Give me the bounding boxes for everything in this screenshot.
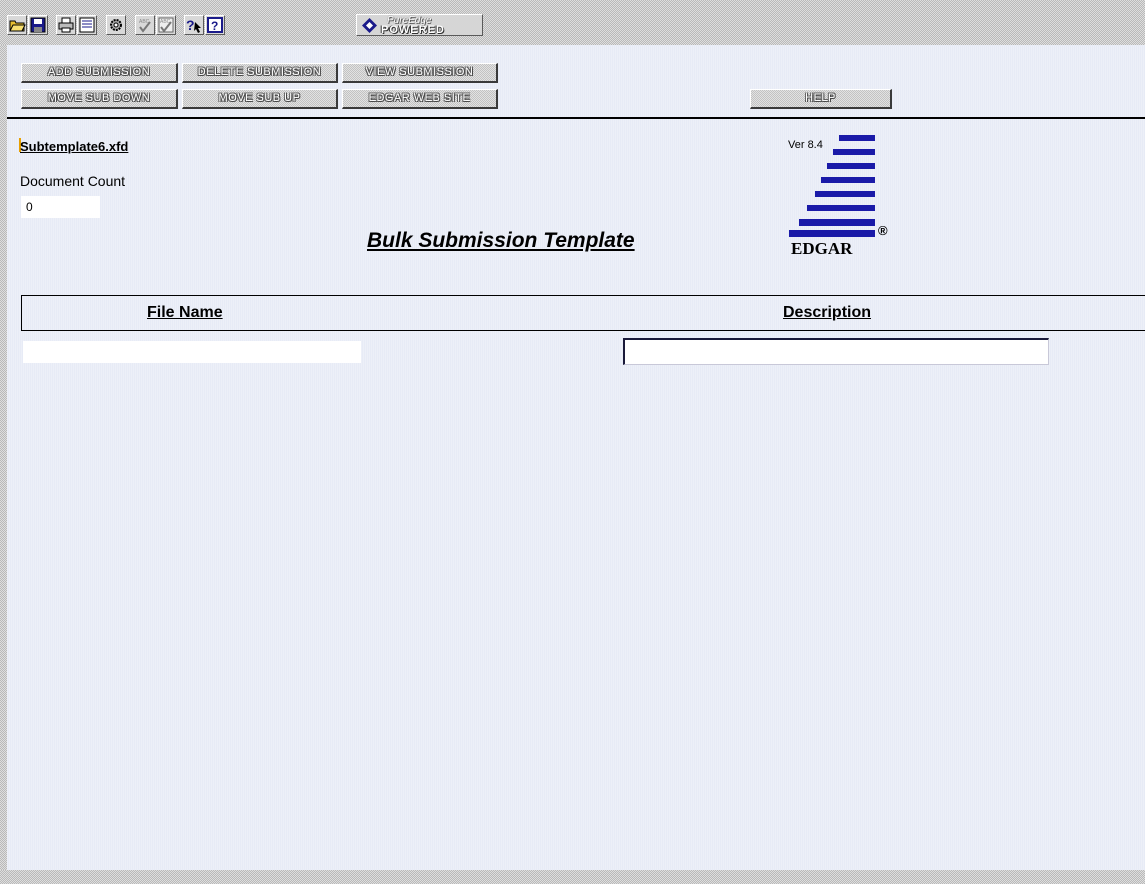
svg-text:?: ? — [186, 17, 195, 33]
print-preview-icon[interactable] — [77, 15, 97, 35]
svg-text:?: ? — [211, 19, 218, 33]
help-icon[interactable]: ? — [205, 15, 225, 35]
bottom-frame — [0, 870, 1145, 884]
registered-mark: ® — [878, 223, 888, 238]
left-frame — [0, 45, 7, 870]
column-header-description: Description — [783, 304, 872, 321]
delete-submission-button[interactable]: DELETE SUBMISSION — [182, 63, 338, 83]
filename-link[interactable]: Subtemplate6.xfd — [20, 139, 128, 154]
move-sub-down-button[interactable]: MOVE SUB DOWN — [21, 89, 178, 109]
settings-icon[interactable] — [106, 15, 126, 35]
page-title: Bulk Submission Template — [367, 229, 635, 252]
open-folder-icon[interactable] — [7, 15, 27, 35]
document-count-label: Document Count — [20, 173, 126, 189]
spell-check-all-icon[interactable]: ABC — [156, 15, 176, 35]
version-label: Ver 8.4 — [788, 139, 823, 151]
edgar-web-site-button[interactable]: EDGAR WEB SITE — [342, 89, 498, 109]
whats-this-help-icon[interactable]: ? — [184, 15, 204, 35]
print-icon[interactable] — [56, 15, 76, 35]
diamond-icon — [362, 18, 377, 33]
move-sub-up-button[interactable]: MOVE SUB UP — [182, 89, 338, 109]
spell-check-icon[interactable]: ABC — [135, 15, 155, 35]
file-name-input[interactable] — [23, 341, 361, 363]
edgar-logo-text: EDGAR — [791, 239, 853, 258]
save-icon[interactable] — [28, 15, 48, 35]
description-input[interactable] — [623, 338, 1049, 365]
help-button[interactable]: HELP — [750, 89, 892, 109]
view-submission-button[interactable]: VIEW SUBMISSION — [342, 63, 498, 83]
divider — [7, 117, 1145, 119]
document-count-field[interactable]: 0 — [21, 196, 100, 218]
toolbar: ABC ABC ? ? PureEdge POWERED — [0, 0, 1145, 45]
powered-badge[interactable]: PureEdge POWERED — [356, 14, 483, 36]
brand-bottom-text: POWERED — [381, 24, 445, 36]
column-header-file-name: File Name — [147, 304, 223, 321]
add-submission-button[interactable]: ADD SUBMISSION — [21, 63, 178, 83]
form-panel: ADD SUBMISSION DELETE SUBMISSION VIEW SU… — [7, 45, 1145, 870]
